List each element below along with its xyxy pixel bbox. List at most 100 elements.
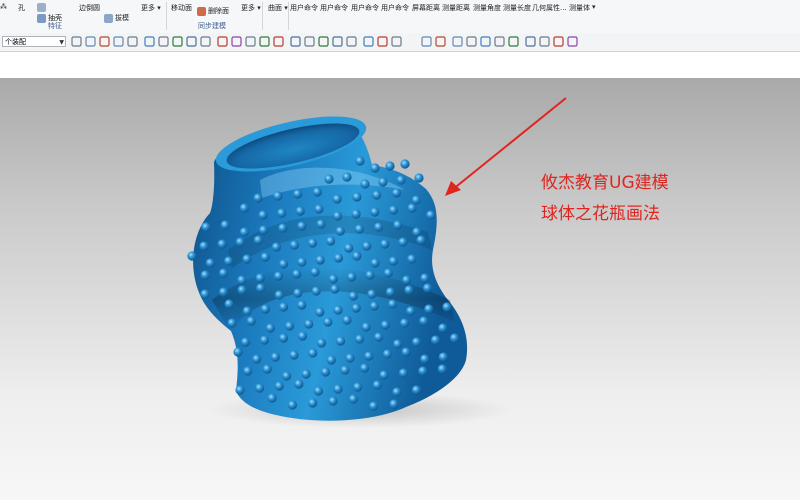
toolbar-tool-icon[interactable]	[567, 36, 578, 47]
sphere-bead	[289, 240, 299, 250]
sphere-bead	[399, 318, 410, 328]
sphere-bead	[396, 175, 406, 185]
toolbar-tool-icon[interactable]	[553, 36, 564, 47]
toolbar-tool-icon[interactable]	[290, 36, 301, 47]
ribbon-user-command-4[interactable]: 用户命令	[381, 3, 409, 13]
toolbar-tool-icon[interactable]	[318, 36, 329, 47]
sphere-bead	[260, 252, 270, 262]
sphere-bead	[224, 299, 234, 309]
sphere-bead	[442, 302, 452, 312]
sphere-bead	[401, 275, 412, 285]
toolbar-tool-icon[interactable]	[158, 36, 169, 47]
sphere-bead	[239, 203, 249, 213]
sphere-bead	[407, 203, 417, 213]
sphere-bead	[255, 383, 265, 393]
sphere-bead	[401, 347, 411, 357]
ribbon-measure-body[interactable]: 测量体	[569, 3, 590, 13]
toolbar-tool-icon[interactable]	[377, 36, 388, 47]
ribbon-item-partial[interactable]: ⁂	[0, 3, 7, 11]
toolbar-tool-icon[interactable]	[259, 36, 270, 47]
sphere-bead	[361, 322, 371, 332]
toolbar-tool-icon[interactable]	[452, 36, 463, 47]
toolbar-tool-icon[interactable]	[539, 36, 550, 47]
ribbon-user-command-1[interactable]: 用户命令	[290, 3, 318, 13]
ribbon-overflow-arrow[interactable]: ▾	[592, 3, 596, 11]
sphere-bead	[278, 259, 289, 269]
sphere-bead	[385, 287, 395, 297]
ribbon-measure-length[interactable]: 测量长度	[503, 3, 531, 13]
sphere-bead	[420, 273, 430, 283]
sphere-bead	[335, 226, 345, 236]
ribbon-edge-blend-button[interactable]: 边倒圆	[79, 3, 100, 13]
toolbar-tool-icon[interactable]	[332, 36, 343, 47]
toolbar-tool-icon[interactable]	[245, 36, 256, 47]
sphere-bead	[274, 381, 284, 391]
sphere-bead	[307, 238, 318, 248]
model-canvas[interactable]	[0, 78, 800, 500]
toolbar-tool-icon[interactable]	[435, 36, 446, 47]
toolbar-tool-icon[interactable]	[186, 36, 197, 47]
toolbar-tool-icon[interactable]	[99, 36, 110, 47]
ribbon-separator	[166, 2, 167, 30]
sphere-bead	[301, 369, 311, 379]
sphere-bead	[369, 401, 379, 411]
toolbar-tool-icon[interactable]	[525, 36, 536, 47]
ribbon-user-command-3[interactable]: 用户命令	[351, 3, 379, 13]
toolbar-tool-icon[interactable]	[508, 36, 519, 47]
toolbar-tool-icon[interactable]	[391, 36, 402, 47]
toolbar-tool-icon[interactable]	[346, 36, 357, 47]
toolbar-tool-icon[interactable]	[231, 36, 242, 47]
sphere-bead	[362, 241, 372, 251]
toolbar-tool-icon[interactable]	[304, 36, 315, 47]
toolbar-tool-icon[interactable]	[144, 36, 155, 47]
sphere-bead	[416, 235, 426, 245]
sphere-bead	[382, 349, 392, 359]
sphere-bead	[354, 224, 364, 234]
ribbon-user-command-2[interactable]: 用户命令	[320, 3, 348, 13]
sphere-bead	[243, 366, 253, 376]
toolbar-tool-icon[interactable]	[494, 36, 505, 47]
group-label-feature: 特征	[48, 22, 62, 30]
sphere-bead	[274, 290, 284, 300]
sphere-bead	[404, 285, 414, 295]
ribbon-delete-face-button[interactable]: 删除面	[197, 6, 229, 16]
sphere-bead	[265, 323, 275, 333]
ribbon-geometry-properties[interactable]: 几何属性...	[532, 3, 567, 13]
sphere-bead	[424, 304, 434, 314]
sphere-bead	[277, 208, 287, 218]
toolbar-tool-icon[interactable]	[466, 36, 477, 47]
toolbar-tool-icon[interactable]	[113, 36, 124, 47]
toolbar-tool-icon[interactable]	[480, 36, 491, 47]
ribbon-more-button-1[interactable]: 更多 ▾	[141, 3, 161, 13]
toolbar-tool-icon[interactable]	[85, 36, 96, 47]
shell-icon	[37, 13, 46, 23]
toolbar-tool-icon[interactable]	[217, 36, 228, 47]
toolbar-tool-icon[interactable]	[172, 36, 183, 47]
sphere-bead	[270, 352, 280, 362]
sphere-bead	[347, 272, 357, 282]
ribbon-measure-angle[interactable]: 测量角度	[473, 3, 501, 13]
sphere-bead	[200, 270, 210, 280]
toolbar-tool-icon[interactable]	[363, 36, 374, 47]
ribbon-surface-button[interactable]: 曲面 ▾	[268, 3, 288, 13]
sphere-bead	[392, 387, 402, 397]
toolbar-tool-icon[interactable]	[273, 36, 284, 47]
ribbon-measure-distance[interactable]: 测量距离	[442, 3, 470, 13]
sphere-bead	[278, 302, 289, 312]
toolbar-tool-icon[interactable]	[200, 36, 211, 47]
sphere-bead	[437, 364, 447, 374]
ribbon-screen-distance[interactable]: 屏幕距离	[412, 3, 440, 13]
ribbon-more-button-2[interactable]: 更多 ▾	[241, 3, 261, 13]
sphere-bead	[260, 304, 270, 314]
ribbon-hole-button[interactable]: 孔	[18, 3, 25, 13]
sphere-bead	[389, 399, 399, 409]
toolbar-tool-icon[interactable]	[127, 36, 138, 47]
sphere-bead	[359, 363, 370, 373]
ribbon-move-face-button[interactable]: 移动面	[171, 3, 192, 13]
toolbar-tool-icon[interactable]	[71, 36, 82, 47]
toolbar-tool-icon[interactable]	[421, 36, 432, 47]
ribbon-draft-button[interactable]: 拔模	[104, 13, 129, 23]
sphere-bead	[200, 289, 210, 299]
group-label-sync-modeling: 同步建模	[198, 22, 226, 30]
graphics-viewport[interactable]: 攸杰教育UG建模 球体之花瓶画法	[0, 78, 800, 500]
